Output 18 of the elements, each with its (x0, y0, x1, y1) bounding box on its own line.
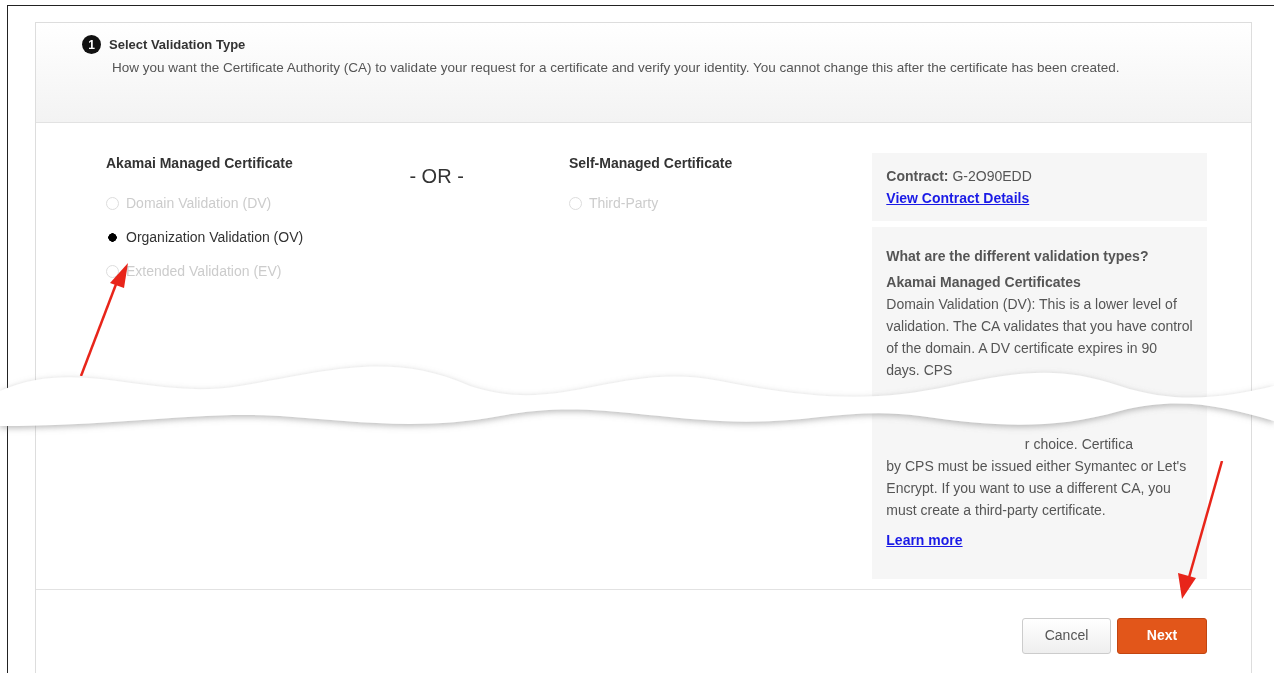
info-heading: Akamai Managed Certificates (886, 273, 1082, 292)
contract-details-link[interactable]: View Contract Details (886, 190, 1030, 206)
step-number: 1 (82, 35, 101, 55)
step-title: Select Validation Type (109, 36, 246, 54)
option-group-heading: Akamai Managed Certificate (106, 154, 294, 173)
next-button[interactable]: Next (1117, 617, 1207, 654)
or-separator: - OR - (409, 165, 464, 187)
learn-more-link[interactable]: Learn more (886, 529, 963, 551)
radio-label[interactable]: Organization Validation (OV) (126, 226, 304, 248)
info-text: r choice. Certifica (1024, 436, 1133, 452)
info-question: What are the different validation types? (886, 247, 1150, 266)
cancel-button[interactable]: Cancel (1022, 617, 1111, 654)
radio-button[interactable] (106, 230, 119, 244)
step-description: How you want the Certificate Authority (CA) to validate your request for a certificate and verify your identity. You cannot change this after the certificate has been created. (111, 58, 1121, 77)
info-text: by CPS must be issued either Symantec or Let's Encrypt. If you want to use a different CA, you must create a third-party certificate. (886, 457, 1188, 520)
option-group-heading: Self-Managed Certificate (568, 154, 734, 173)
info-text: Domain Validation (DV): This is a lower level of validation. The CA validates that you have control of the domain. A DV certificate expires in 90 days. CPS (886, 295, 1193, 380)
contract-text: Contract: G-2O90EDD (886, 167, 1033, 186)
